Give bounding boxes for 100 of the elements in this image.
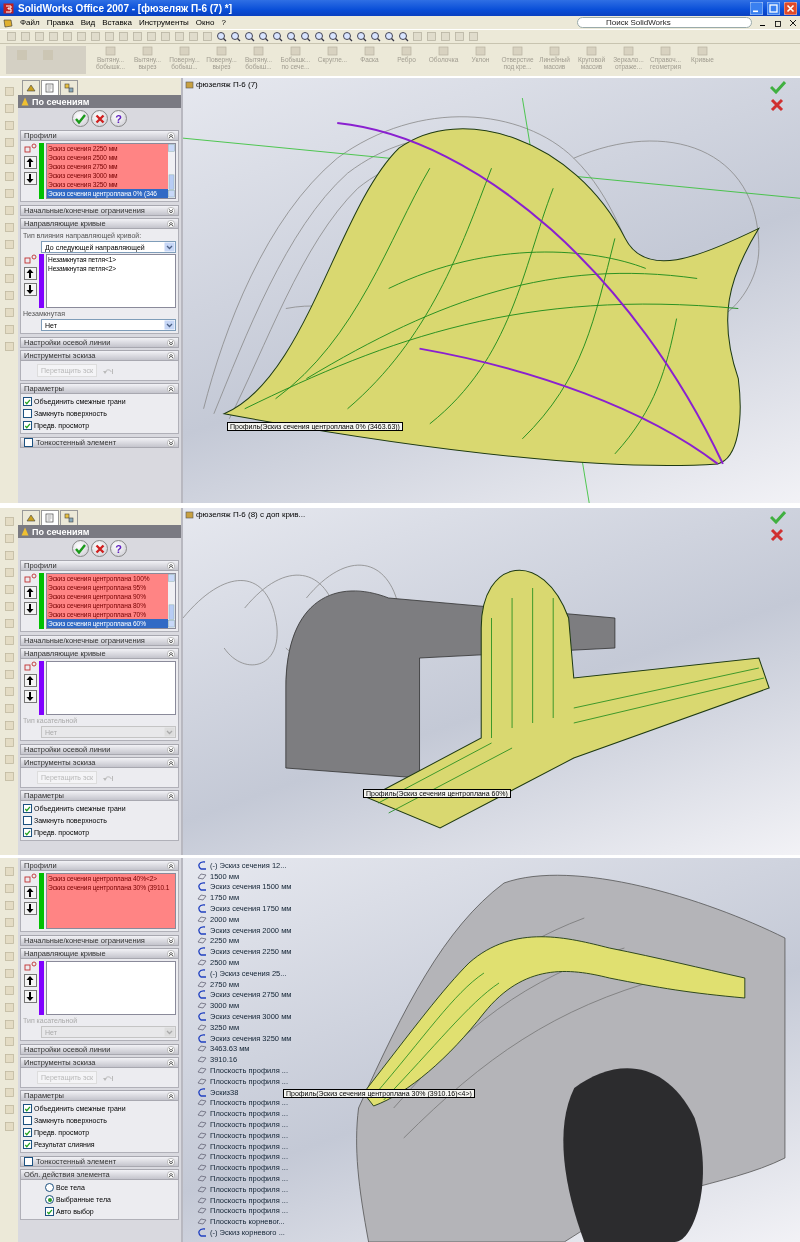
collapse-chevron-icon[interactable] (167, 1058, 175, 1067)
maximize-button[interactable] (767, 1, 780, 15)
zoom-icon[interactable] (272, 31, 283, 42)
confirm-check-icon[interactable] (770, 510, 786, 524)
3d-viewport[interactable] (183, 858, 800, 1242)
zoom-icon[interactable] (244, 31, 255, 42)
help-button[interactable]: ? (110, 110, 127, 127)
checkbox[interactable] (23, 816, 32, 825)
sketch-icon[interactable] (197, 1012, 207, 1022)
collapse-chevron-icon[interactable] (167, 1170, 175, 1179)
collapse-chevron-icon[interactable] (167, 219, 175, 228)
sketch-icon[interactable] (197, 990, 207, 1000)
expand-chevron-icon[interactable] (167, 936, 175, 945)
ok-button[interactable] (72, 540, 89, 557)
search-field[interactable]: Поиск SolidWorks (577, 17, 752, 28)
collapse-chevron-icon[interactable] (167, 351, 175, 360)
expand-chevron-icon[interactable] (167, 745, 175, 754)
collapse-chevron-icon[interactable] (167, 131, 175, 140)
checkbox[interactable] (23, 1104, 32, 1113)
menu-item[interactable]: Правка (46, 18, 74, 27)
manager-tab[interactable] (60, 510, 78, 525)
move-down-button[interactable] (23, 990, 37, 1003)
sketch-icon[interactable] (197, 904, 207, 914)
manager-tab[interactable] (22, 80, 40, 95)
plane-icon[interactable] (197, 893, 207, 903)
collapse-chevron-icon[interactable] (167, 861, 175, 870)
move-up-button[interactable] (23, 674, 37, 687)
plane-icon[interactable] (197, 958, 207, 968)
guide-curve-list[interactable] (46, 961, 176, 1015)
checkbox[interactable] (23, 421, 32, 430)
cancel-button[interactable] (91, 110, 108, 127)
collapse-chevron-icon[interactable] (167, 1091, 175, 1100)
sketch-icon[interactable] (197, 1228, 207, 1237)
manager-tab[interactable] (41, 80, 59, 95)
guide-curve-list[interactable] (46, 661, 176, 715)
menu-item[interactable]: Файл (20, 18, 40, 27)
manager-tab[interactable] (41, 510, 59, 525)
collapse-chevron-icon[interactable] (167, 791, 175, 800)
sketch-icon[interactable] (197, 860, 207, 870)
checkbox[interactable] (23, 409, 32, 418)
cancel-x-icon[interactable] (770, 528, 784, 542)
zoom-icon[interactable] (216, 31, 227, 42)
expand-chevron-icon[interactable] (167, 438, 175, 447)
menu-item[interactable]: Вставка (102, 18, 132, 27)
scrollbar[interactable] (168, 144, 175, 198)
plane-icon[interactable] (197, 871, 207, 881)
menu-item[interactable]: ? (221, 18, 226, 27)
minimize-button[interactable] (750, 1, 763, 15)
plane-icon[interactable] (197, 936, 207, 946)
cancel-x-icon[interactable] (770, 98, 784, 112)
sketch-icon[interactable] (197, 947, 207, 957)
plane-icon[interactable] (197, 979, 207, 989)
scrollbar[interactable] (168, 574, 175, 628)
move-up-button[interactable] (23, 267, 37, 280)
expand-chevron-icon[interactable] (167, 206, 175, 215)
restore-icon[interactable] (774, 18, 782, 27)
zoom-icon[interactable] (356, 31, 367, 42)
zoom-icon[interactable] (398, 31, 409, 42)
manager-tab[interactable] (22, 510, 40, 525)
move-down-button[interactable] (23, 283, 37, 296)
zoom-icon[interactable] (258, 31, 269, 42)
sketch-icon[interactable] (197, 882, 207, 892)
help-button[interactable]: ? (110, 540, 127, 557)
radio-button[interactable] (45, 1195, 54, 1204)
close-button[interactable] (784, 1, 797, 15)
expand-chevron-icon[interactable] (167, 1045, 175, 1054)
collapse-chevron-icon[interactable] (167, 561, 175, 570)
expand-chevron-icon[interactable] (167, 636, 175, 645)
zoom-icon[interactable] (230, 31, 241, 42)
move-up-button[interactable] (23, 974, 37, 987)
zoom-icon[interactable] (384, 31, 395, 42)
menu-item[interactable]: Окно (195, 18, 215, 27)
checkbox[interactable] (23, 1140, 32, 1149)
sketch-icon[interactable] (197, 968, 207, 978)
zoom-icon[interactable] (370, 31, 381, 42)
sketch-icon[interactable] (197, 925, 207, 935)
expand-chevron-icon[interactable] (167, 338, 175, 347)
checkbox[interactable] (24, 438, 33, 447)
plane-icon[interactable] (197, 1001, 207, 1011)
collapse-chevron-icon[interactable] (167, 758, 175, 767)
manager-tab[interactable] (60, 80, 78, 95)
checkbox[interactable] (24, 1157, 33, 1166)
sketch-icon[interactable] (197, 1033, 207, 1043)
zoom-icon[interactable] (300, 31, 311, 42)
move-up-button[interactable] (23, 886, 37, 899)
confirm-check-icon[interactable] (770, 80, 786, 94)
move-down-button[interactable] (23, 690, 37, 703)
checkbox[interactable] (23, 828, 32, 837)
checkbox[interactable] (45, 1207, 54, 1216)
plane-icon[interactable] (197, 914, 207, 924)
cancel-button[interactable] (91, 540, 108, 557)
zoom-icon[interactable] (328, 31, 339, 42)
radio-button[interactable] (45, 1183, 54, 1192)
close-icon[interactable] (789, 18, 797, 27)
checkbox[interactable] (23, 397, 32, 406)
menu-item[interactable]: Инструменты (138, 18, 189, 27)
move-down-button[interactable] (23, 602, 37, 615)
expand-chevron-icon[interactable] (167, 1157, 175, 1166)
zoom-icon[interactable] (286, 31, 297, 42)
move-up-button[interactable] (23, 156, 37, 169)
